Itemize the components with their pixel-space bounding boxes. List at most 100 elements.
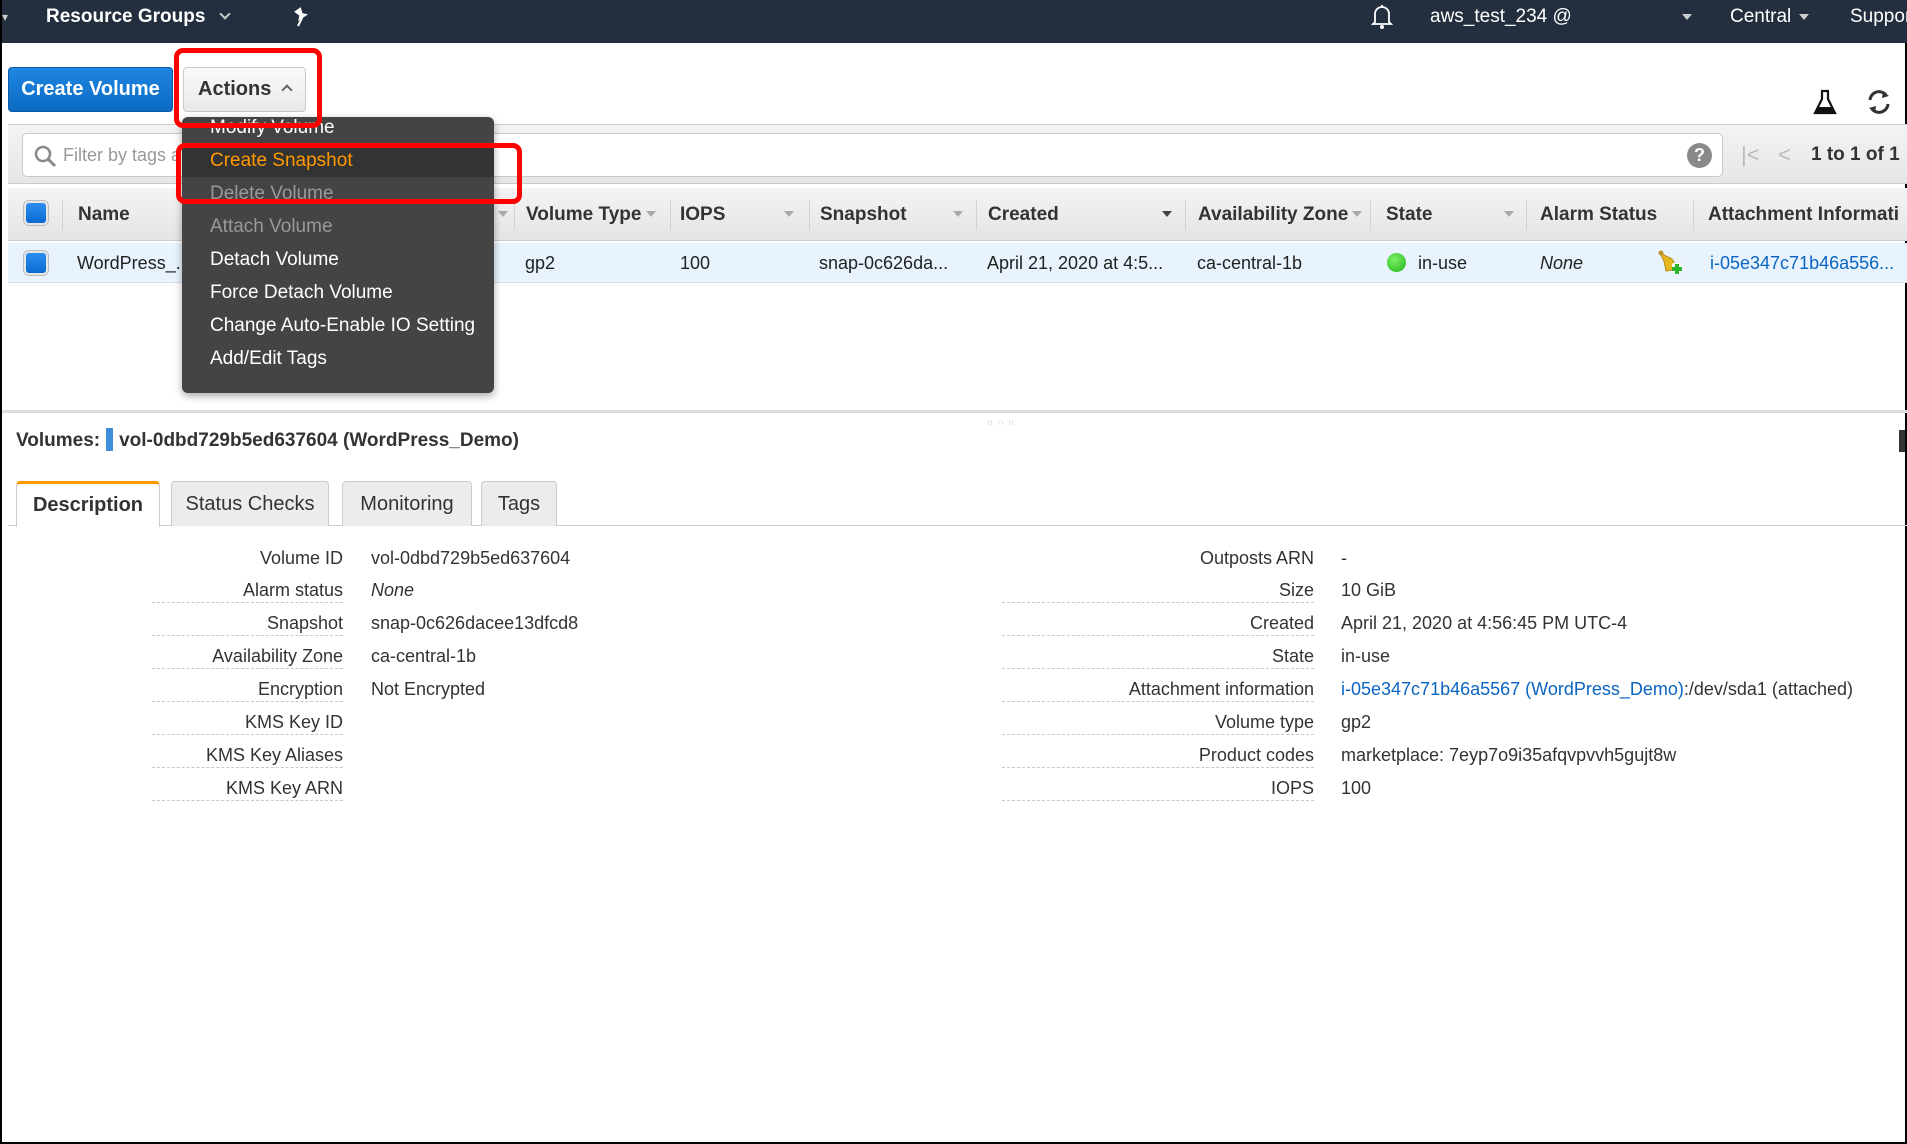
cell-state: in-use	[1387, 243, 1467, 283]
value-attachment-information: i-05e347c71b46a5567 (WordPress_Demo):/de…	[1341, 676, 1853, 702]
support-label: Suppor	[1850, 6, 1907, 27]
value-snapshot-link[interactable]: snap-0c626dacee13dfcd8	[371, 610, 578, 636]
notifications-bell-icon[interactable]	[1370, 0, 1394, 43]
account-menu[interactable]: aws_test_234 @	[1430, 0, 1572, 43]
value-availability-zone: ca-central-1b	[371, 646, 477, 666]
tab-description[interactable]: Description	[16, 481, 160, 527]
volume-type-sort-icon[interactable]	[646, 188, 658, 241]
tab-tags[interactable]: Tags	[481, 481, 557, 526]
label-volume-type: Volume type	[1002, 709, 1314, 735]
create-alarm-bell-icon[interactable]	[1656, 243, 1686, 283]
details-title-prefix: Volumes:	[16, 430, 101, 451]
details-volume-name: vol-0dbd729b5ed637604 (WordPress_Demo)	[119, 430, 519, 451]
label-created: Created	[1002, 610, 1314, 636]
refresh-icon[interactable]	[1864, 87, 1894, 117]
label-product-codes: Product codes	[1002, 742, 1314, 768]
value-outposts-arn: -	[1341, 548, 1347, 568]
label-size: Size	[1002, 577, 1314, 603]
label-volume-id: Volume ID	[259, 548, 343, 568]
pin-icon[interactable]	[292, 0, 312, 43]
actions-dropdown-menu: Modify Volume Create Snapshot Delete Vol…	[182, 117, 494, 393]
menu-item-change-auto-enable-io[interactable]: Change Auto-Enable IO Setting	[182, 309, 494, 342]
region-caret-icon	[1799, 13, 1810, 20]
column-header-iops[interactable]: IOPS	[680, 188, 760, 241]
value-created: April 21, 2020 at 4:56:45 PM UTC-4	[1341, 613, 1628, 633]
menu-item-attach-volume: Attach Volume	[210, 216, 333, 237]
select-all-checkbox[interactable]	[24, 201, 48, 225]
value-volume-id: vol-0dbd729b5ed637604	[371, 548, 571, 568]
splitter-grip-icon[interactable]: ∩∩∩	[987, 417, 1018, 427]
cell-availability-zone: ca-central-1b	[1197, 253, 1303, 273]
label-kms-key-arn: KMS Key ARN	[152, 775, 343, 801]
menu-item-delete-volume: Delete Volume	[210, 183, 334, 204]
column-sort-caret[interactable]	[498, 188, 508, 241]
label-encryption: Encryption	[152, 676, 343, 702]
column-header-alarm-status[interactable]: Alarm Status	[1540, 188, 1680, 241]
value-size: 10 GiB	[1341, 580, 1397, 600]
cell-attachment-link[interactable]: i-05e347c71b46a556...	[1710, 243, 1905, 283]
previous-page-icon[interactable]: <	[1778, 125, 1791, 185]
support-menu[interactable]: Suppor	[1850, 0, 1907, 43]
pane-splitter[interactable]	[2, 410, 1907, 413]
row-checkbox[interactable]	[24, 251, 48, 275]
menu-item-add-edit-tags[interactable]: Add/Edit Tags	[182, 342, 494, 375]
search-icon	[33, 144, 57, 173]
first-page-icon[interactable]: |<	[1741, 125, 1760, 185]
column-header-state[interactable]: State	[1386, 188, 1466, 241]
chevron-up-icon	[281, 84, 294, 96]
value-iops: 100	[1341, 778, 1372, 798]
actions-button[interactable]: Actions	[183, 67, 306, 112]
label-kms-key-id: KMS Key ID	[152, 709, 343, 735]
label-state: State	[1002, 643, 1314, 669]
value-state: in-use	[1341, 646, 1391, 666]
snapshot-sort-icon[interactable]	[953, 188, 965, 241]
az-sort-icon[interactable]	[1352, 188, 1364, 241]
created-sort-icon[interactable]	[1162, 188, 1174, 241]
flask-icon[interactable]	[1810, 87, 1840, 117]
top-navigation-bar: ▾ Resource Groups aws_test_234 @ Central…	[2, 0, 1907, 43]
cell-alarm-status: None	[1540, 253, 1584, 273]
chevron-down-icon	[219, 8, 232, 20]
services-caret-icon[interactable]: ▾	[2, 0, 8, 43]
menu-item-modify-volume[interactable]: Modify Volume	[182, 117, 494, 144]
cell-state-text: in-use	[1418, 253, 1468, 273]
cell-name: WordPress_...	[77, 253, 191, 273]
value-product-codes: marketplace: 7eyp7o9i35afqvpvvh5gujt8w	[1341, 745, 1677, 765]
column-header-volume-type[interactable]: Volume Type	[526, 188, 666, 241]
cell-created: April 21, 2020 at 4:5...	[987, 253, 1164, 273]
iops-sort-icon[interactable]	[784, 188, 796, 241]
status-green-dot-icon	[1387, 253, 1406, 272]
menu-item-detach-volume[interactable]: Detach Volume	[182, 243, 494, 276]
label-iops: IOPS	[1002, 775, 1314, 801]
resource-groups-label: Resource Groups	[46, 6, 206, 27]
menu-item-force-detach-volume[interactable]: Force Detach Volume	[182, 276, 494, 309]
region-label: Central	[1730, 6, 1792, 27]
column-header-snapshot[interactable]: Snapshot	[820, 188, 950, 241]
cell-snapshot: snap-0c626da...	[819, 253, 949, 273]
region-menu[interactable]: Central	[1730, 0, 1810, 43]
label-outposts-arn: Outposts ARN	[1199, 548, 1314, 568]
selection-color-bar	[106, 428, 114, 451]
pagination-text: 1 to 1 of 1	[1811, 144, 1900, 165]
column-header-created[interactable]: Created	[988, 188, 1118, 241]
label-kms-key-aliases: KMS Key Aliases	[152, 742, 343, 768]
tab-monitoring[interactable]: Monitoring	[342, 481, 472, 526]
menu-item-create-snapshot[interactable]: Create Snapshot	[182, 144, 494, 177]
help-icon[interactable]: ?	[1687, 143, 1712, 168]
attachment-device-text: :/dev/sda1 (attached)	[1683, 679, 1853, 699]
actions-label: Actions	[198, 78, 272, 100]
label-availability-zone: Availability Zone	[152, 643, 343, 669]
resource-groups-menu[interactable]: Resource Groups	[46, 0, 232, 43]
label-snapshot: Snapshot	[152, 610, 343, 636]
state-sort-icon[interactable]	[1504, 188, 1516, 241]
tab-status-checks[interactable]: Status Checks	[171, 481, 329, 526]
column-header-attachment-information[interactable]: Attachment Informati	[1708, 188, 1903, 241]
panel-toggle-handle[interactable]	[1899, 430, 1905, 452]
account-label: aws_test_234 @	[1430, 6, 1572, 27]
create-volume-button[interactable]: Create Volume	[8, 67, 173, 112]
value-encryption: Not Encrypted	[371, 679, 486, 699]
attachment-instance-link[interactable]: i-05e347c71b46a5567 (WordPress_Demo)	[1341, 679, 1684, 699]
account-dropdown-caret-icon[interactable]	[1682, 0, 1692, 43]
column-header-availability-zone[interactable]: Availability Zone	[1198, 188, 1348, 241]
column-header-name[interactable]: Name	[78, 188, 198, 241]
